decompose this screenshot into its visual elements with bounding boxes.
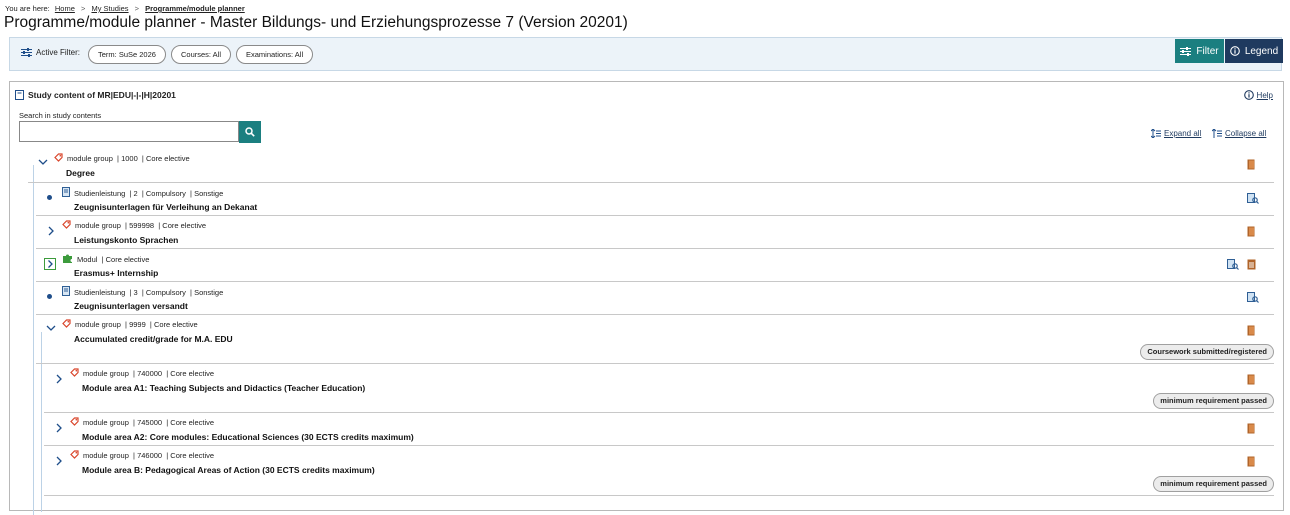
tree-row[interactable]: Modul | Core elective Erasmus+ Internship: [10, 249, 1283, 282]
row-title[interactable]: Accumulated credit/grade for M.A. EDU: [74, 334, 233, 344]
expand-icon: [1151, 129, 1161, 138]
row-meta: module group | 746000 | Core elective: [70, 450, 214, 461]
tag-icon: [62, 319, 71, 330]
row-meta: module group | 1000 | Core elective: [54, 153, 190, 164]
row-title[interactable]: Degree: [66, 168, 95, 178]
filter-button[interactable]: Filter: [1175, 39, 1224, 63]
status-badge: minimum requirement passed: [1153, 476, 1274, 492]
bullet-icon: [47, 195, 52, 200]
document-icon: [62, 286, 70, 298]
filter-pill-term[interactable]: Term: SuSe 2026: [88, 45, 166, 64]
tree-row[interactable]: module group | 745000 | Core elective Mod…: [10, 413, 1283, 446]
status-badge: Coursework submitted/registered: [1140, 344, 1274, 360]
active-filter-label: Active Filter:: [21, 48, 80, 57]
row-meta: module group | 9999 | Core elective: [62, 319, 198, 330]
chevron-right-icon[interactable]: [45, 224, 57, 236]
chevron-down-icon[interactable]: [45, 321, 57, 333]
search-doc-icon[interactable]: [1247, 290, 1259, 303]
document-icon: [62, 187, 70, 199]
tag-icon: [54, 153, 63, 164]
expand-all-link[interactable]: Expand all: [1151, 129, 1201, 138]
bullet-icon: [47, 294, 52, 299]
collapse-icon: [1212, 129, 1222, 138]
row-meta-text: module group | 745000 | Core elective: [83, 418, 215, 427]
filter-bar: Active Filter: Term: SuSe 2026 Courses: …: [9, 37, 1283, 71]
row-title[interactable]: Leistungskonto Sprachen: [74, 235, 178, 245]
row-meta: Studienleistung | 3 | Compulsory | Sonst…: [62, 286, 223, 298]
door-icon[interactable]: [1247, 454, 1259, 467]
legend-button[interactable]: Legend: [1225, 39, 1283, 63]
row-title[interactable]: Erasmus+ Internship: [74, 268, 158, 278]
chevron-down-icon[interactable]: [37, 155, 49, 167]
search-label: Search in study contents: [19, 111, 102, 120]
search-doc-icon[interactable]: [1247, 191, 1259, 204]
chevron-right-box-icon[interactable]: [44, 257, 56, 270]
tree-row[interactable]: Studienleistung | 3 | Compulsory | Sonst…: [10, 282, 1283, 315]
filter-pill-courses[interactable]: Courses: All: [171, 45, 232, 64]
door-icon[interactable]: [1247, 224, 1259, 237]
row-meta-text: module group | 740000 | Core elective: [83, 369, 215, 378]
row-title[interactable]: Module area A2: Core modules: Educationa…: [82, 432, 414, 442]
chevron-right-icon[interactable]: [53, 421, 65, 433]
breadcrumb-home-link[interactable]: Home: [55, 4, 75, 13]
row-meta: module group | 745000 | Core elective: [70, 417, 214, 428]
row-meta-text: Studienleistung | 3 | Compulsory | Sonst…: [74, 287, 224, 297]
tree-row[interactable]: module group | 9999 | Core elective Accum…: [10, 315, 1283, 364]
tree-row[interactable]: Studienleistung | 2 | Compulsory | Sonst…: [10, 183, 1283, 216]
sliders-icon: [1180, 46, 1192, 56]
breadcrumb-current[interactable]: Programme/module planner: [145, 4, 245, 13]
chevron-right-icon: >: [80, 4, 86, 13]
study-content-panel: Study content of MR|EDU|-|-|H|20201 Help…: [9, 81, 1284, 515]
row-title[interactable]: Zeugnisunterlagen für Verleihung an Deka…: [74, 202, 257, 212]
row-meta-text: module group | 746000 | Core elective: [83, 451, 215, 460]
row-meta: module group | 740000 | Core elective: [70, 368, 214, 379]
collapse-all-link[interactable]: Collapse all: [1212, 129, 1266, 138]
page-title: Programme/module planner - Master Bildun…: [4, 14, 628, 31]
puzzle-icon: [62, 253, 73, 266]
row-meta-text: Studienleistung | 2 | Compulsory | Sonst…: [74, 188, 224, 198]
breadcrumb: You are here: Home > My Studies > Progra…: [5, 4, 245, 13]
row-title[interactable]: Module area B: Pedagogical Areas of Acti…: [82, 465, 375, 475]
panel-title: Study content of MR|EDU|-|-|H|20201: [15, 90, 176, 100]
search-doc-icon[interactable]: [1227, 257, 1239, 270]
breadcrumb-my-studies-link[interactable]: My Studies: [91, 4, 128, 13]
filter-pill-examinations[interactable]: Examinations: All: [236, 45, 314, 64]
search-input[interactable]: [19, 121, 239, 142]
chevron-right-icon[interactable]: [53, 372, 65, 384]
row-meta-text: module group | 9999 | Core elective: [75, 320, 198, 329]
status-badge: minimum requirement passed: [1153, 393, 1274, 409]
door-icon[interactable]: [1247, 157, 1259, 170]
tag-icon: [62, 220, 71, 231]
chevron-right-icon: >: [134, 4, 140, 13]
tree-row[interactable]: module group | 599998 | Core elective Lei…: [10, 216, 1283, 249]
search-icon: [245, 127, 255, 137]
row-meta-text: module group | 599998 | Core elective: [75, 221, 207, 230]
tree-row[interactable]: module group | 740000 | Core elective Mod…: [10, 364, 1283, 413]
tag-icon: [70, 417, 79, 428]
search-button[interactable]: [239, 121, 261, 143]
sliders-icon: [21, 48, 32, 57]
door-icon[interactable]: [1247, 372, 1259, 385]
door-icon[interactable]: [1247, 421, 1259, 434]
info-icon: [1229, 46, 1240, 56]
row-meta: Studienleistung | 2 | Compulsory | Sonst…: [62, 187, 223, 199]
row-title[interactable]: Module area A1: Teaching Subjects and Di…: [82, 383, 365, 393]
row-meta: module group | 599998 | Core elective: [62, 220, 206, 231]
row-meta-text: module group | 1000 | Core elective: [67, 154, 190, 163]
tree-row[interactable]: module group | 1000 | Core elective Degre…: [10, 149, 1283, 183]
help-link[interactable]: Help: [1243, 90, 1273, 100]
book-icon: [15, 90, 24, 100]
tag-icon: [70, 368, 79, 379]
info-icon: [1243, 90, 1254, 100]
tree-row[interactable]: module group | 746000 | Core elective Mod…: [10, 446, 1283, 496]
row-meta-text: Modul | Core elective: [77, 255, 150, 264]
row-meta: Modul | Core elective: [62, 253, 149, 266]
tag-icon: [70, 450, 79, 461]
row-divider: [44, 495, 1274, 496]
chevron-right-icon[interactable]: [53, 454, 65, 466]
row-title[interactable]: Zeugnisunterlagen versandt: [74, 301, 188, 311]
door-icon[interactable]: [1247, 323, 1259, 336]
breadcrumb-prefix: You are here:: [5, 4, 50, 13]
door-list-icon[interactable]: [1247, 257, 1259, 270]
